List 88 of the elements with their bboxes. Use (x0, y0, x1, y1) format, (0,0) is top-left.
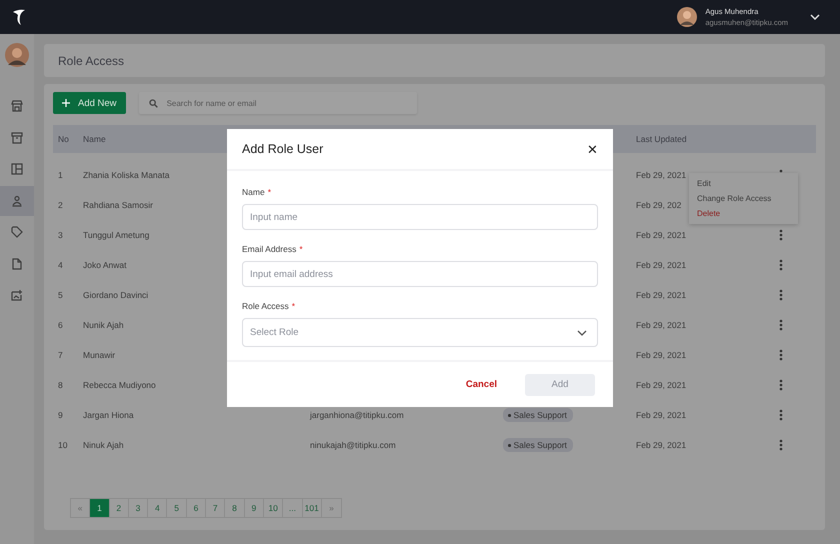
page-button[interactable]: 4 (148, 499, 168, 517)
menu-item[interactable]: Delete (689, 206, 798, 221)
column-header: Name (83, 134, 107, 144)
table-cell-text: Feb 29, 202 (636, 200, 682, 210)
cancel-button[interactable]: Cancel (460, 378, 503, 391)
page-button[interactable]: 9 (244, 499, 264, 517)
next-page-button[interactable]: » (322, 499, 342, 517)
more-icon[interactable] (779, 229, 783, 241)
table-cell-text: 9 (57, 410, 64, 420)
role-badge: Sales Support (503, 438, 573, 452)
table-cell-text: 5 (57, 290, 64, 300)
page-button[interactable]: 3 (128, 499, 148, 517)
table-cell-text: 6 (57, 320, 64, 330)
more-icon[interactable] (779, 259, 783, 271)
page-button[interactable]: 7 (206, 499, 226, 517)
avatar[interactable] (5, 43, 29, 67)
archive-icon (11, 132, 23, 144)
more-icon[interactable] (779, 349, 783, 361)
column-header: No (57, 134, 70, 144)
page-button[interactable]: 5 (167, 499, 187, 517)
search-icon (148, 98, 158, 108)
role-dropdown[interactable]: Select Role (242, 318, 598, 347)
logo-icon (12, 8, 26, 26)
table-cell-text: Nunik Ajah (83, 320, 125, 330)
table-cell: ninukajah@titipku.com (310, 440, 396, 450)
table-cell-text: Feb 29, 2021 (636, 290, 688, 300)
table-cell-text: 2 (57, 200, 64, 210)
table-cell-text: Rebecca Mudiyono (83, 380, 157, 390)
more-icon[interactable] (779, 289, 783, 301)
image-add-icon (11, 289, 23, 302)
store-icon (11, 100, 23, 112)
page-button[interactable]: 2 (110, 499, 129, 517)
page-button[interactable]: 6 (186, 499, 206, 517)
table-cell-text: Feb 29, 2021 (636, 230, 688, 240)
table-cell-text: Feb 29, 2021 (636, 170, 688, 180)
field-label: Email Address * (242, 244, 304, 254)
table-cell-text: Giordano Davinci (83, 290, 150, 300)
close-button[interactable]: ✕ (587, 142, 598, 156)
table-cell-text: Ninuk Ajah (83, 440, 125, 450)
menu-item[interactable]: Edit (689, 176, 798, 191)
table-cell-text: Feb 29, 2021 (636, 350, 688, 360)
input-field[interactable]: Input email address (242, 261, 598, 287)
input-field[interactable]: Input name (242, 204, 598, 230)
more-icon[interactable] (779, 379, 783, 391)
table-cell-text: 8 (57, 380, 64, 390)
table-cell-text: Feb 29, 2021 (636, 320, 688, 330)
page-title: Role Access (58, 54, 124, 68)
plus-icon (62, 99, 70, 107)
menu-item[interactable]: Change Role Access (689, 191, 798, 206)
table-cell-text: Feb 29, 2021 (636, 410, 688, 420)
column-header: Last Updated (636, 134, 688, 144)
search-field[interactable]: Search for name or email (138, 92, 417, 114)
table-cell-text: Tunggul Ametung (83, 230, 150, 240)
page-button[interactable]: ... (283, 499, 303, 517)
table-cell-text: Zhania Koliska Manata (83, 170, 170, 180)
page-button[interactable]: 10 (264, 499, 284, 517)
more-icon[interactable] (779, 439, 783, 451)
add-new-button[interactable]: Add New (53, 92, 126, 114)
page-button[interactable]: 1 (90, 499, 110, 517)
table-cell-text: Feb 29, 2021 (636, 440, 688, 450)
table-cell-text: Joko Anwat (83, 260, 128, 270)
table-cell-text: Jargan Hiona (83, 410, 135, 420)
layout-icon (11, 163, 23, 176)
table-cell-text: 1 (57, 170, 64, 180)
field-label: Name * (242, 187, 272, 197)
document-icon (11, 258, 23, 270)
chevron-down-icon (577, 330, 587, 336)
nav-item[interactable] (0, 186, 34, 216)
table-cell-text: 7 (57, 350, 64, 360)
table-cell: jarganhiona@titipku.com (310, 410, 404, 420)
page-button[interactable]: 8 (225, 499, 245, 517)
more-icon[interactable] (779, 319, 783, 331)
chevron-down-icon[interactable] (810, 14, 820, 20)
page-button[interactable]: 101 (302, 499, 322, 517)
role-badge: Sales Support (503, 408, 573, 422)
table-cell-text: Feb 29, 2021 (636, 260, 688, 270)
table-cell-text: 3 (57, 230, 64, 240)
tag-icon (11, 226, 23, 238)
avatar[interactable] (677, 7, 698, 27)
field-label: Role Access * (242, 301, 296, 311)
table-cell-text: 4 (57, 260, 64, 270)
table-cell-text: Munawir (83, 350, 116, 360)
user-icon (11, 194, 23, 207)
table-cell-text: Feb 29, 2021 (636, 380, 688, 390)
more-icon[interactable] (779, 409, 783, 421)
dialog-title: Add Role User (242, 142, 324, 156)
table-cell-text: Rahdiana Samosir (83, 200, 154, 210)
table-cell-text: 10 (57, 440, 68, 450)
